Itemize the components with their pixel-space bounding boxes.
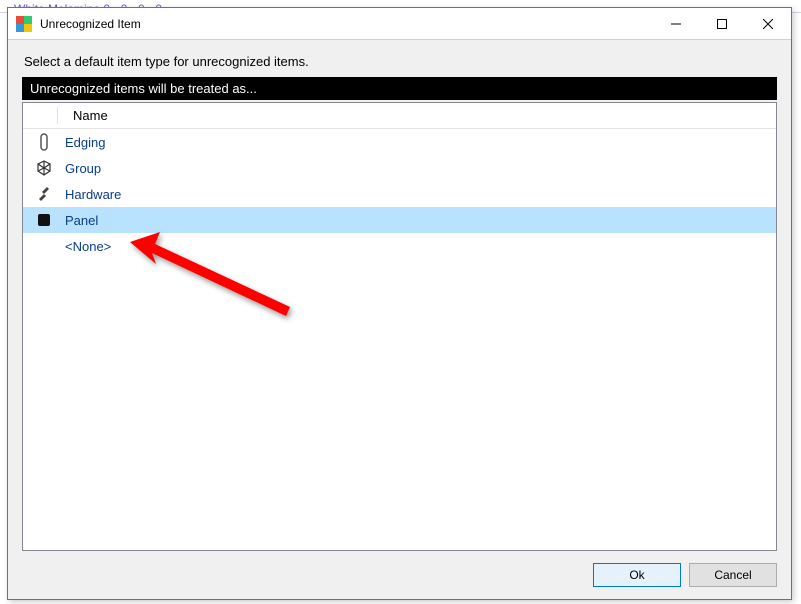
list-item-label: Edging xyxy=(57,135,105,150)
section-header: Unrecognized items will be treated as... xyxy=(22,77,777,100)
list-item-label: Hardware xyxy=(57,187,121,202)
list-item-group[interactable]: Group xyxy=(23,155,776,181)
list-item-label: Group xyxy=(57,161,101,176)
item-list: Name Edging xyxy=(22,102,777,551)
edging-icon xyxy=(31,133,57,151)
list-item-edging[interactable]: Edging xyxy=(23,129,776,155)
dialog-footer: Ok Cancel xyxy=(8,551,791,599)
group-icon xyxy=(31,159,57,177)
close-button[interactable] xyxy=(745,9,791,39)
instruction-text: Select a default item type for unrecogni… xyxy=(24,54,777,69)
hardware-icon xyxy=(31,186,57,202)
minimize-button[interactable] xyxy=(653,9,699,39)
list-item-label: <None> xyxy=(31,239,111,254)
dialog-title: Unrecognized Item xyxy=(40,17,141,31)
unrecognized-item-dialog: Unrecognized Item Select a default item … xyxy=(7,7,792,600)
list-rows: Edging Group xyxy=(23,129,776,259)
column-header-name: Name xyxy=(65,108,116,123)
maximize-button[interactable] xyxy=(699,9,745,39)
list-item-label: Panel xyxy=(57,213,98,228)
cancel-button[interactable]: Cancel xyxy=(689,563,777,587)
app-icon xyxy=(16,16,32,32)
column-header-row[interactable]: Name xyxy=(23,103,776,129)
list-item-hardware[interactable]: Hardware xyxy=(23,181,776,207)
list-item-panel[interactable]: Panel xyxy=(23,207,776,233)
panel-icon xyxy=(31,213,57,227)
titlebar: Unrecognized Item xyxy=(8,8,791,40)
dialog-content: Select a default item type for unrecogni… xyxy=(8,40,791,551)
list-item-none[interactable]: <None> xyxy=(23,233,776,259)
ok-button[interactable]: Ok xyxy=(593,563,681,587)
